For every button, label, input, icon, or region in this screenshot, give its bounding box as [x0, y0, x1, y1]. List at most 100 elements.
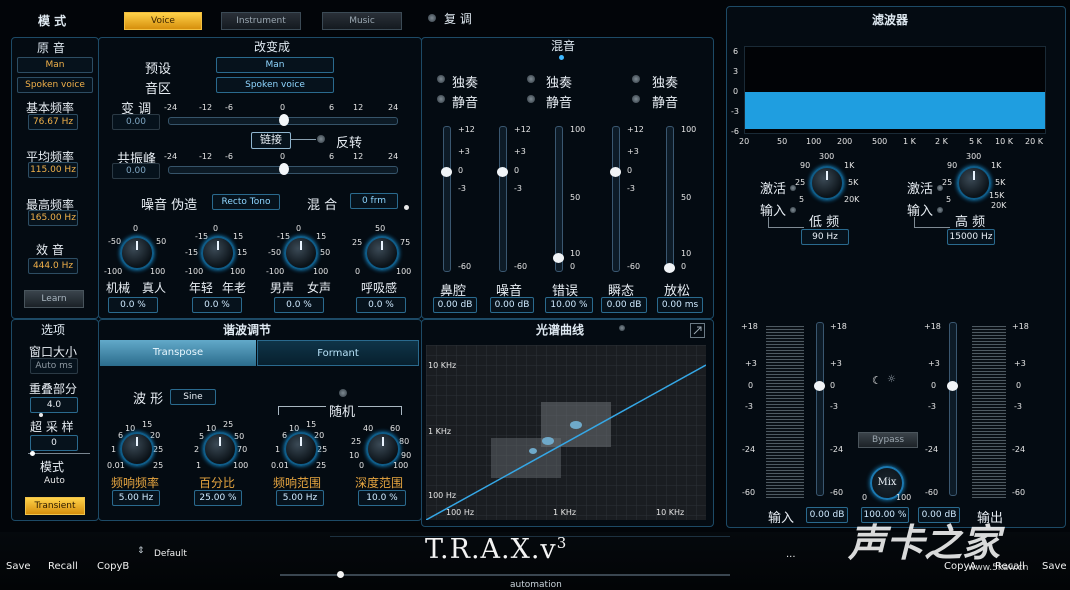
depth-value[interactable]: 10.0 % — [358, 490, 406, 506]
oversample-thumb[interactable] — [30, 451, 35, 456]
spectrum-led[interactable] — [619, 325, 625, 331]
window-size-value[interactable]: Auto ms — [30, 358, 78, 374]
random-led[interactable] — [339, 389, 347, 397]
filter-y-m6: -6 — [731, 127, 739, 136]
mute-led-1[interactable] — [437, 95, 445, 103]
mode-tab-voice[interactable]: Voice — [124, 12, 202, 30]
spectrum-y-10k: 10 KHz — [428, 361, 457, 370]
relax-value[interactable]: 0.00 ms — [657, 297, 703, 313]
percent-knob[interactable] — [203, 432, 237, 466]
mode-tab-instrument[interactable]: Instrument — [221, 12, 301, 30]
max-freq-value[interactable]: 165.00 Hz — [28, 210, 78, 226]
moon-icon[interactable]: ☾ — [872, 374, 882, 387]
pitch-value[interactable]: 0.00 — [112, 114, 160, 130]
error-fader[interactable] — [553, 126, 564, 272]
high-freq-knob[interactable] — [957, 166, 991, 200]
tab-formant[interactable]: Formant — [257, 340, 419, 366]
footer-copy[interactable]: CopyB — [97, 561, 129, 572]
preset-select[interactable]: Man — [216, 57, 334, 73]
percent-value[interactable]: 25.00 % — [194, 490, 242, 506]
transient-value[interactable]: 0.00 dB — [601, 297, 647, 313]
breath-value[interactable]: 0.0 % — [356, 297, 406, 313]
avg-freq-value[interactable]: 115.00 Hz — [28, 162, 78, 178]
effect-freq-value[interactable]: 444.0 Hz — [28, 258, 78, 274]
young-old-knob[interactable] — [201, 236, 235, 270]
male-label: 男声 — [270, 281, 295, 295]
footer-recall[interactable]: Recall — [48, 561, 78, 572]
relax-fader[interactable] — [664, 126, 675, 273]
automation-track[interactable] — [280, 574, 730, 576]
formant-value[interactable]: 0.00 — [112, 163, 160, 179]
resp-freq-knob[interactable] — [120, 432, 154, 466]
mute-label-3: 静音 — [652, 96, 679, 111]
automation-thumb[interactable] — [337, 571, 344, 578]
expand-icon[interactable] — [690, 323, 705, 338]
low-freq-knob[interactable] — [810, 166, 844, 200]
spectrum-plot[interactable] — [425, 345, 707, 521]
low-freq-value[interactable]: 90 Hz — [801, 229, 849, 245]
original-preset-select[interactable]: Spoken voice — [17, 77, 93, 93]
breath-knob[interactable] — [365, 236, 399, 270]
error-value[interactable]: 10.00 % — [545, 297, 593, 313]
input-value[interactable]: 0.00 dB — [806, 507, 848, 523]
spectrum-x-100: 100 Hz — [446, 508, 475, 517]
overlap-value[interactable]: 4.0 — [30, 397, 78, 413]
mute-led-2[interactable] — [527, 95, 535, 103]
mix-led[interactable] — [404, 205, 409, 210]
solo-led-2[interactable] — [527, 75, 535, 83]
oversample-slider[interactable] — [28, 453, 90, 454]
noise-select[interactable]: Recto Tono — [212, 194, 280, 210]
preset-name[interactable]: Default — [154, 549, 187, 559]
low-input-led[interactable] — [790, 207, 796, 213]
invert-led[interactable] — [317, 135, 325, 143]
learn-button[interactable]: Learn — [24, 290, 84, 308]
input-label: 输入 — [768, 511, 795, 526]
transient-fader[interactable] — [610, 126, 621, 272]
nasal-fader[interactable] — [441, 126, 452, 272]
solo-led-1[interactable] — [437, 75, 445, 83]
mute-led-3[interactable] — [632, 95, 640, 103]
oversample-value[interactable]: 0 — [30, 435, 78, 451]
base-freq-value[interactable]: 76.67 Hz — [28, 114, 78, 130]
formant-slider[interactable] — [168, 163, 398, 175]
resp-range-knob[interactable] — [284, 432, 318, 466]
noise-label: 噪音 伪造 — [141, 198, 198, 213]
young-old-value[interactable]: 0.0 % — [192, 297, 242, 313]
percent-label: 百分比 — [199, 476, 236, 490]
filter-eq-graph[interactable] — [744, 46, 1046, 134]
preset-spinner-icon[interactable]: ⇕ — [137, 546, 145, 556]
original-gender-select[interactable]: Man — [17, 57, 93, 73]
bypass-button[interactable]: Bypass — [858, 432, 918, 448]
nasal-value[interactable]: 0.00 dB — [433, 297, 477, 313]
solo-led-3[interactable] — [632, 75, 640, 83]
wave-select[interactable]: Sine — [170, 389, 216, 405]
footer-save[interactable]: Save — [6, 561, 31, 572]
mix-value[interactable]: 0 frm — [350, 193, 398, 209]
high-input-led[interactable] — [937, 207, 943, 213]
male-female-knob[interactable] — [284, 236, 318, 270]
resp-range-value[interactable]: 5.00 Hz — [276, 490, 324, 506]
male-female-value[interactable]: 0.0 % — [274, 297, 324, 313]
machine-human-value[interactable]: 0.0 % — [108, 297, 158, 313]
pitch-slider[interactable] — [168, 114, 398, 126]
restore-led[interactable] — [428, 14, 436, 22]
female-label: 女声 — [307, 281, 332, 295]
mode-tab-music[interactable]: Music — [322, 12, 402, 30]
spectrum-x-10k: 10 KHz — [656, 508, 685, 517]
sun-icon[interactable]: ☼ — [887, 374, 896, 385]
footer-save-right[interactable]: Save — [1042, 561, 1067, 572]
high-freq-value[interactable]: 15000 Hz — [947, 229, 995, 245]
options-mode-value[interactable]: Auto — [44, 476, 65, 486]
machine-human-knob[interactable] — [120, 236, 154, 270]
link-button[interactable]: 链接 — [251, 132, 291, 149]
transient-button[interactable]: Transient — [25, 497, 85, 515]
resp-freq-value[interactable]: 5.00 Hz — [112, 490, 160, 506]
output-gain-fader[interactable] — [947, 322, 958, 496]
noise-fader[interactable] — [497, 126, 508, 272]
noise-channel-value[interactable]: 0.00 dB — [490, 297, 534, 313]
range-select[interactable]: Spoken voice — [216, 77, 334, 93]
tab-transpose[interactable]: Transpose — [100, 340, 256, 366]
input-gain-fader[interactable] — [814, 322, 825, 496]
solo-label-2: 独奏 — [546, 76, 573, 91]
footer-menu[interactable]: ... — [786, 549, 796, 560]
